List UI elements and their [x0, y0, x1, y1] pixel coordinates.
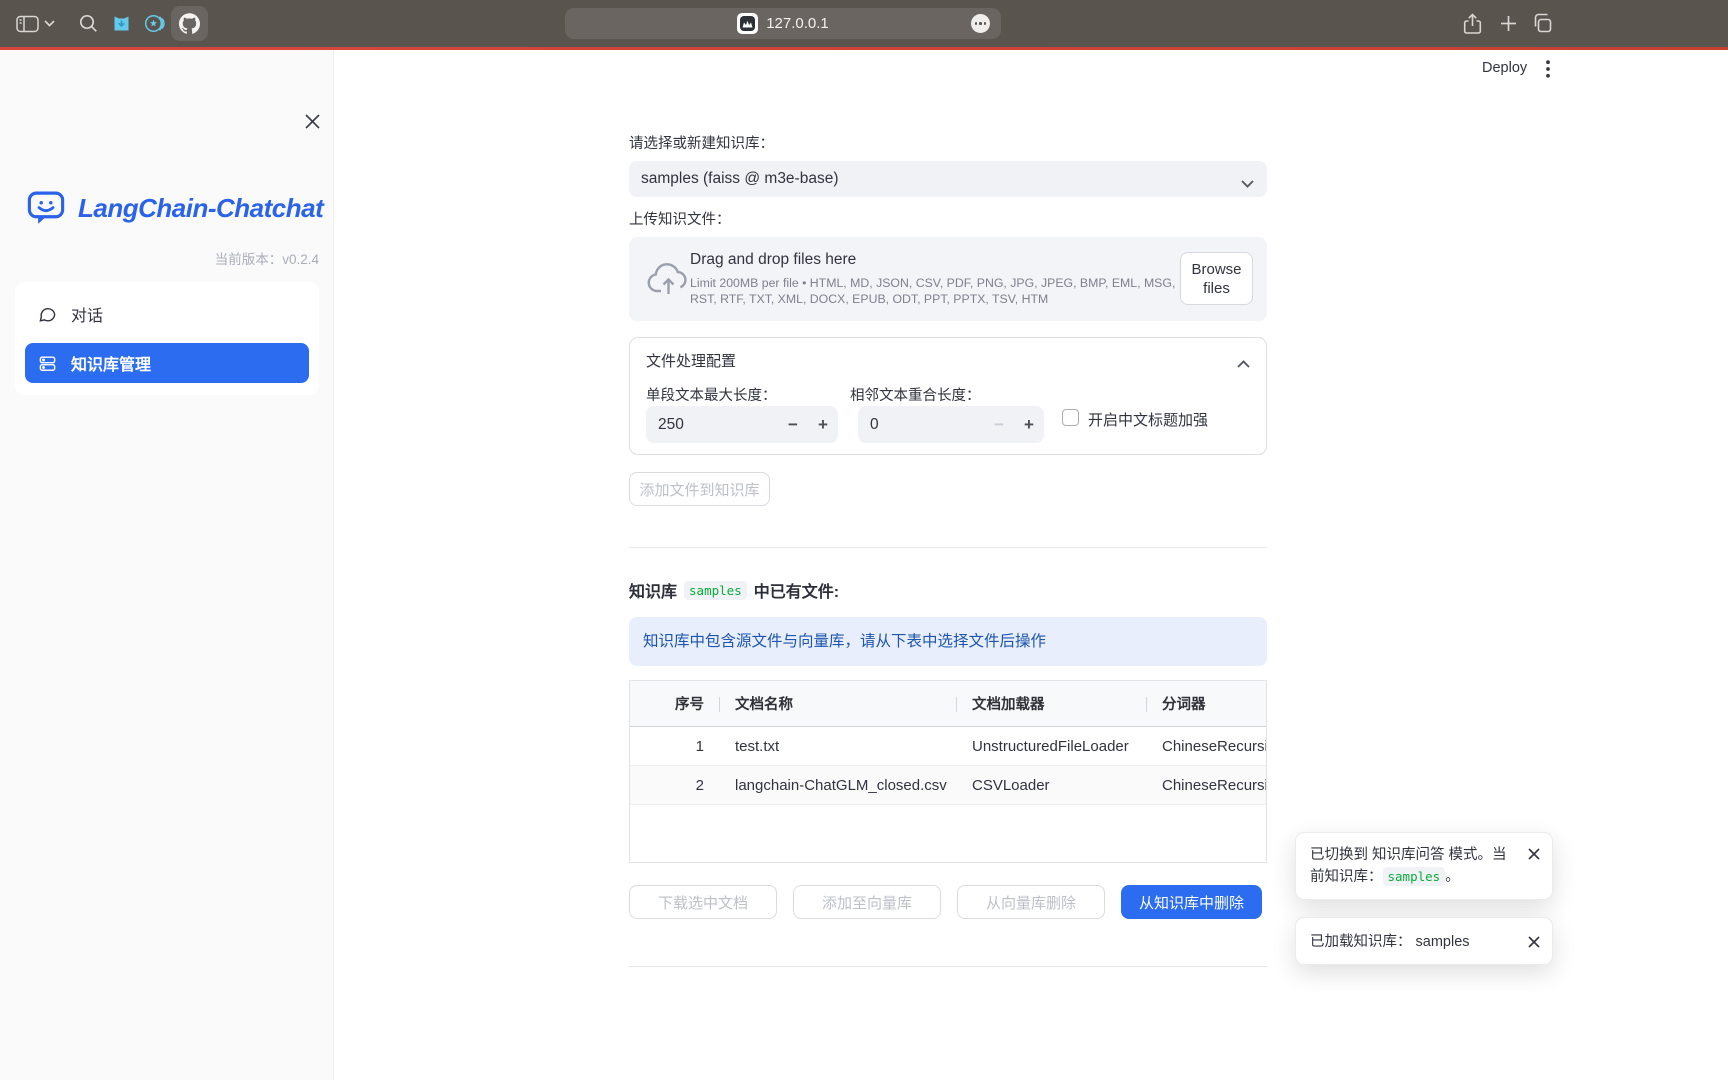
kb-files-heading: 知识库 samples 中已有文件:: [629, 578, 839, 602]
search-icon[interactable]: [79, 14, 98, 33]
table-header-index[interactable]: 序号: [630, 693, 719, 714]
sidebar-item-label: 对话: [71, 302, 103, 326]
sidebar-toggle-icon[interactable]: [16, 15, 39, 33]
table-header-row: 序号 文档名称 文档加载器 分词器: [630, 681, 1266, 727]
pinned-tab-rings-icon[interactable]: [144, 13, 165, 34]
chunk-overlap-input[interactable]: 0 − +: [858, 406, 1044, 443]
cloud-upload-icon: [646, 261, 691, 297]
row-loader: UnstructuredFileLoader: [956, 738, 1146, 755]
chunk-size-value: 250: [658, 406, 684, 443]
chunk-size-plus-button[interactable]: +: [808, 406, 838, 443]
row-loader: CSVLoader: [956, 777, 1146, 794]
toast-close-icon[interactable]: [1526, 934, 1542, 950]
app-logo: LangChain-Chatchat: [25, 187, 323, 229]
chevron-down-icon: [1241, 175, 1254, 193]
app-version: 当前版本：v0.2.4: [0, 248, 319, 268]
url-text: 127.0.0.1: [766, 15, 829, 32]
row-docname: langchain-ChatGLM_closed.csv: [719, 777, 956, 794]
toast-close-icon[interactable]: [1526, 846, 1542, 862]
browser-toolbar: 127.0.0.1: [0, 0, 1728, 47]
file-actions: 下载选中文档 添加至向量库 从向量库删除 从知识库中删除: [629, 885, 1262, 919]
chunk-overlap-label: 相邻文本重合长度：: [850, 384, 981, 405]
zh-title-enhance-checkbox[interactable]: [1062, 409, 1079, 426]
toast-text: 。: [1445, 869, 1460, 885]
chunk-overlap-plus-button[interactable]: +: [1014, 406, 1044, 443]
info-alert-text: 知识库中包含源文件与向量库，请从下表中选择文件后操作: [643, 617, 1046, 666]
delete-from-vector-store-button[interactable]: 从向量库删除: [957, 885, 1105, 919]
row-splitter: ChineseRecursiveTextSplitter: [1146, 738, 1267, 755]
upload-label: 上传知识文件：: [629, 208, 731, 229]
row-index: 1: [630, 738, 719, 755]
delete-from-kb-button[interactable]: 从知识库中删除: [1121, 885, 1262, 919]
sidebar-close-icon[interactable]: [300, 109, 324, 133]
chevron-up-icon[interactable]: [1237, 355, 1250, 373]
github-tab[interactable]: [171, 6, 208, 41]
toast-kb-loaded: 已加载知识库： samples: [1295, 917, 1553, 965]
row-index: 2: [630, 777, 719, 794]
table-header-loader[interactable]: 文档加载器: [956, 693, 1146, 714]
heading-suffix: 中已有文件:: [754, 578, 839, 602]
add-to-vector-store-button[interactable]: 添加至向量库: [793, 885, 941, 919]
page-more-icon[interactable]: [971, 14, 990, 33]
database-stack-icon: [38, 354, 57, 373]
info-alert: 知识库中包含源文件与向量库，请从下表中选择文件后操作: [629, 617, 1267, 666]
add-files-button[interactable]: 添加文件到知识库: [629, 472, 770, 506]
kb-select-value: samples (faiss @ m3e-base): [641, 161, 839, 197]
chunk-overlap-value: 0: [870, 406, 879, 443]
dropzone-title: Drag and drop files here: [690, 251, 856, 269]
url-bar[interactable]: 127.0.0.1: [565, 8, 1001, 39]
expander-title[interactable]: 文件处理配置: [646, 350, 736, 371]
sidebar-item-knowledge-base[interactable]: 知识库管理: [25, 343, 309, 383]
heading-prefix: 知识库: [629, 578, 677, 602]
chunk-size-input[interactable]: 250 − +: [646, 406, 838, 443]
row-splitter: ChineseRecursiveTextSplitter: [1146, 777, 1267, 794]
main-content: 请选择或新建知识库： samples (faiss @ m3e-base) 上传…: [629, 50, 1267, 1080]
sidebar-item-label: 知识库管理: [71, 351, 151, 375]
kb-select-label: 请选择或新建知识库：: [629, 132, 774, 153]
table-row[interactable]: 1 test.txt UnstructuredFileLoader Chines…: [630, 727, 1266, 766]
kb-name-code: samples: [684, 581, 747, 600]
toast-text: 已加载知识库： samples: [1310, 934, 1470, 950]
sidebar-menu: 对话 知识库管理: [15, 282, 319, 395]
divider: [629, 966, 1267, 967]
download-selected-button[interactable]: 下载选中文档: [629, 885, 777, 919]
sidebar-item-chat[interactable]: 对话: [25, 294, 309, 334]
pinned-tab-bookmark-icon[interactable]: [111, 13, 132, 34]
kb-select[interactable]: samples (faiss @ m3e-base): [629, 161, 1267, 197]
file-dropzone[interactable]: Drag and drop files here Limit 200MB per…: [629, 237, 1267, 321]
chatchat-logo-icon: [25, 187, 67, 229]
main-menu-kebab-icon[interactable]: [1541, 60, 1555, 78]
toolbar-chevron-down-icon[interactable]: [44, 20, 55, 27]
chunk-size-minus-button[interactable]: −: [778, 406, 808, 443]
zh-title-enhance-label[interactable]: 开启中文标题加强: [1088, 409, 1208, 430]
github-icon: [179, 13, 200, 34]
new-tab-icon[interactable]: [1500, 15, 1517, 32]
sidebar: LangChain-Chatchat 当前版本：v0.2.4 对话 知识库管理: [0, 50, 334, 1080]
divider: [629, 547, 1267, 548]
chunk-size-label: 单段文本最大长度：: [646, 384, 777, 405]
app-title: LangChain-Chatchat: [78, 193, 323, 224]
browse-files-button[interactable]: Browse files: [1180, 252, 1253, 305]
file-config-expander: 文件处理配置 单段文本最大长度： 相邻文本重合长度： 250 − + 0 − +…: [629, 337, 1267, 455]
toast-kb-code: samples: [1383, 867, 1446, 886]
deploy-button[interactable]: Deploy: [1482, 60, 1527, 76]
screen: 127.0.0.1 LangChain-Chatchat: [0, 0, 1728, 1080]
site-favicon: [737, 13, 758, 34]
chunk-overlap-minus-button[interactable]: −: [984, 406, 1014, 443]
row-docname: test.txt: [719, 738, 956, 755]
share-icon[interactable]: [1463, 13, 1482, 35]
toast-mode-switched: 已切换到 知识库问答 模式。当前知识库：samples。: [1295, 832, 1553, 900]
chat-bubble-icon: [38, 305, 57, 324]
table-header-splitter[interactable]: 分词器: [1146, 693, 1267, 714]
dropzone-limit-text: Limit 200MB per file • HTML, MD, JSON, C…: [690, 276, 1190, 307]
tab-overview-icon[interactable]: [1532, 13, 1552, 33]
table-header-docname[interactable]: 文档名称: [719, 693, 956, 714]
kb-files-table: 序号 文档名称 文档加载器 分词器 1 test.txt Unstructure…: [629, 680, 1267, 863]
table-row[interactable]: 2 langchain-ChatGLM_closed.csv CSVLoader…: [630, 766, 1266, 805]
